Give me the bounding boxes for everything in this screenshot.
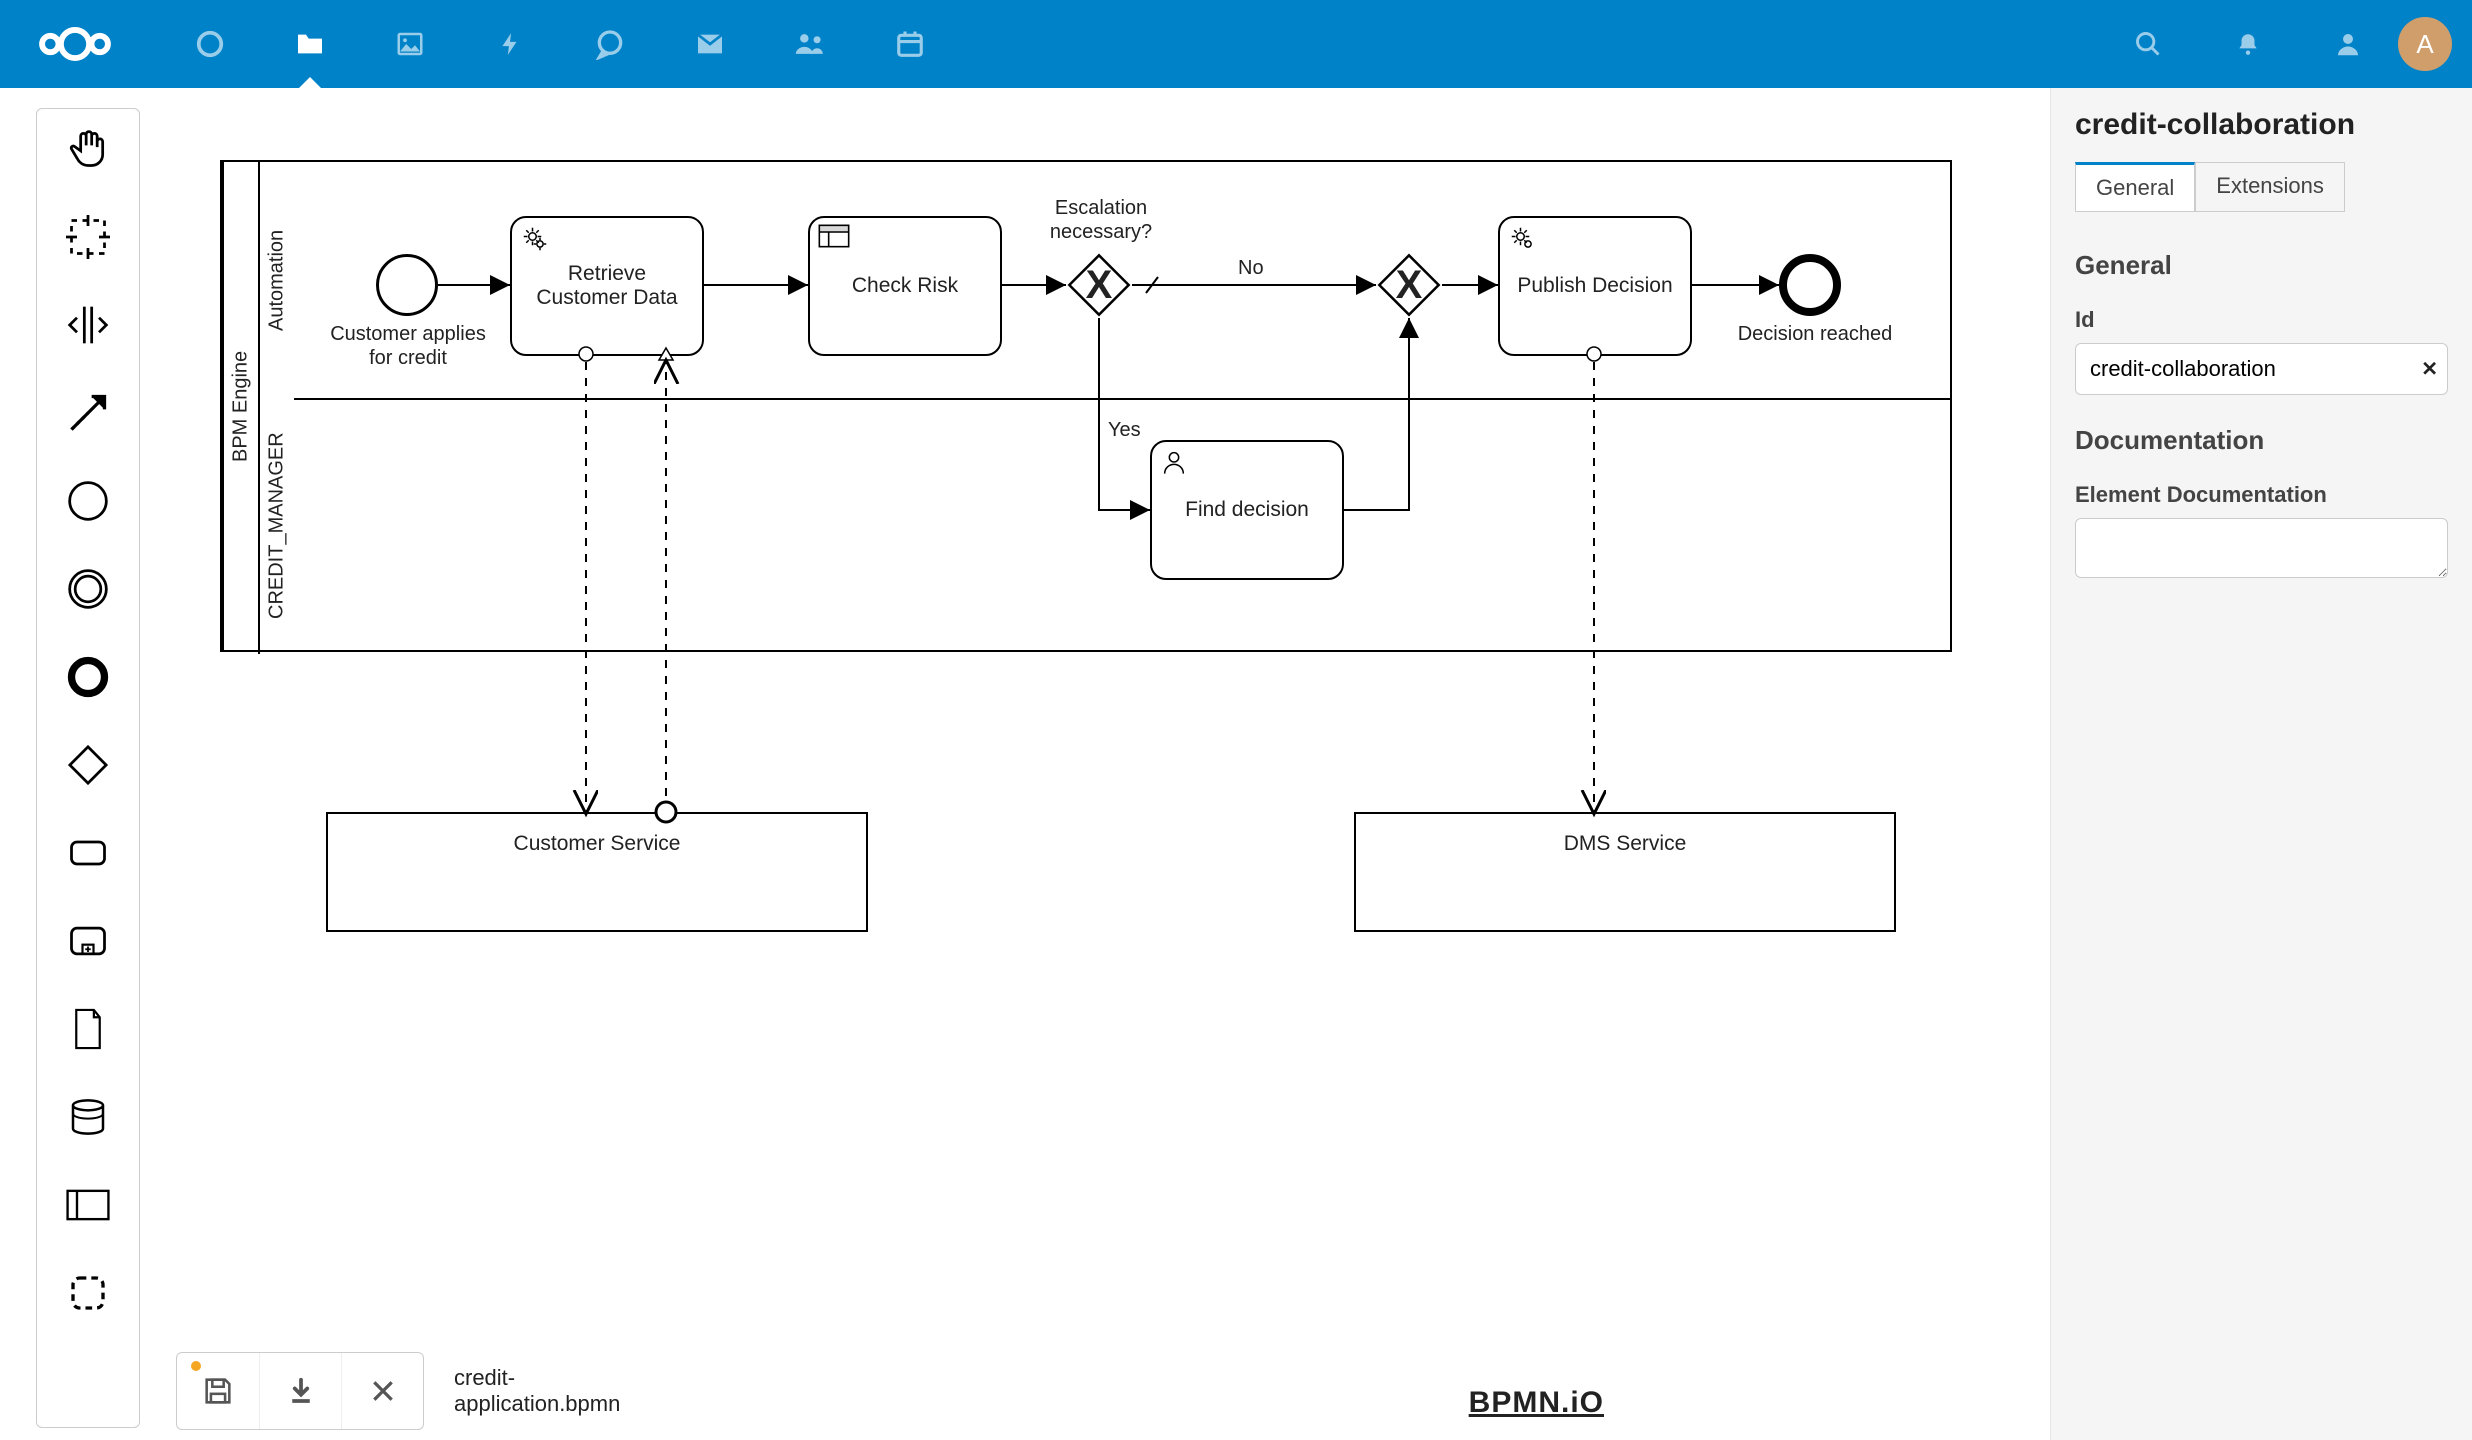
nav-calendar-icon[interactable] [860, 0, 960, 88]
properties-title: credit-collaboration [2075, 108, 2448, 142]
subprocess-icon[interactable] [60, 913, 116, 969]
boundary-marker-icon [576, 346, 596, 362]
clear-id-icon[interactable]: ✕ [2421, 357, 2438, 382]
properties-panel: credit-collaboration General Extensions … [2050, 88, 2472, 1440]
filename-label: credit- application.bpmn [454, 1365, 620, 1418]
participant-label: DMS Service [1564, 832, 1687, 856]
task-label: Find decision [1185, 498, 1309, 522]
boundary-marker-icon [1584, 346, 1604, 362]
documentation-textarea[interactable] [2075, 518, 2448, 578]
lane-credit-manager-label: CREDIT_MANAGER [258, 398, 294, 654]
service-task-icon [520, 224, 550, 260]
task-icon[interactable] [60, 825, 116, 881]
participant-customer-service[interactable]: Customer Service [326, 812, 868, 932]
nav-icons [160, 0, 960, 88]
data-object-icon[interactable] [60, 1001, 116, 1057]
topbar: A [0, 0, 2472, 88]
id-field-label: Id [2075, 307, 2448, 333]
pool-label: BPM Engine [222, 162, 258, 650]
user-task-icon [1160, 448, 1188, 482]
participant-label: Customer Service [514, 832, 681, 856]
end-event[interactable] [1779, 254, 1841, 316]
task-publish-decision[interactable]: Publish Decision [1498, 216, 1692, 356]
hand-tool-icon[interactable] [60, 121, 116, 177]
nav-files-icon[interactable] [260, 0, 360, 88]
gateway-icon[interactable] [60, 737, 116, 793]
nav-talk-icon[interactable] [560, 0, 660, 88]
editor-actions: credit- application.bpmn [176, 1352, 620, 1430]
bpmn-io-logo[interactable]: BPMN.iO [1469, 1386, 1604, 1420]
nav-activity-icon[interactable] [460, 0, 560, 88]
section-doc-label: Documentation [2075, 425, 2448, 456]
id-input[interactable] [2075, 343, 2448, 395]
lasso-tool-icon[interactable] [60, 209, 116, 265]
save-button[interactable] [177, 1353, 259, 1429]
gateway-x-icon: X [1064, 250, 1134, 320]
gateway-x-icon: X [1374, 250, 1444, 320]
tool-palette [36, 108, 140, 1428]
participant-icon[interactable] [60, 1177, 116, 1233]
businessrule-task-icon [818, 224, 850, 254]
data-store-icon[interactable] [60, 1089, 116, 1145]
properties-tabs: General Extensions [2075, 162, 2448, 212]
nav-photos-icon[interactable] [360, 0, 460, 88]
avatar[interactable]: A [2398, 17, 2452, 71]
task-check-risk[interactable]: Check Risk [808, 216, 1002, 356]
nav-mail-icon[interactable] [660, 0, 760, 88]
task-label: Publish Decision [1517, 274, 1672, 298]
diagram-canvas[interactable]: BPM Engine Automation CREDIT_MANAGER Cus… [140, 88, 2050, 1440]
nav-dashboard-icon[interactable] [160, 0, 260, 88]
search-icon[interactable] [2098, 0, 2198, 88]
tab-general[interactable]: General [2075, 162, 2195, 212]
start-event[interactable] [376, 254, 438, 316]
close-button[interactable] [341, 1353, 423, 1429]
notifications-icon[interactable] [2198, 0, 2298, 88]
group-icon[interactable] [60, 1265, 116, 1321]
start-event-label: Customer applies for credit [318, 322, 498, 370]
task-find-decision[interactable]: Find decision [1150, 440, 1344, 580]
connect-tool-icon[interactable] [60, 385, 116, 441]
section-general-label: General [2075, 250, 2448, 281]
gateway-merge[interactable]: X [1374, 250, 1444, 320]
lane-automation-label: Automation [258, 162, 294, 398]
task-label: Retrieve Customer Data [536, 262, 677, 310]
boundary-marker-icon [656, 346, 676, 362]
start-event-icon[interactable] [60, 473, 116, 529]
nextcloud-logo[interactable] [20, 24, 130, 64]
download-button[interactable] [259, 1353, 341, 1429]
gateway-label: Escalation necessary? [1016, 196, 1186, 244]
edge-yes-label: Yes [1108, 418, 1141, 442]
contacts-menu-icon[interactable] [2298, 0, 2398, 88]
gateway-escalation[interactable]: X [1064, 250, 1134, 320]
task-label: Check Risk [852, 274, 958, 298]
doc-field-label: Element Documentation [2075, 482, 2448, 508]
nav-right: A [2098, 0, 2452, 88]
task-retrieve-customer-data[interactable]: Retrieve Customer Data [510, 216, 704, 356]
service-task-icon [1508, 224, 1538, 260]
intermediate-event-icon[interactable] [60, 561, 116, 617]
tab-extensions[interactable]: Extensions [2195, 162, 2345, 212]
participant-dms-service[interactable]: DMS Service [1354, 812, 1896, 932]
edge-no-label: No [1238, 256, 1264, 280]
nav-contacts-icon[interactable] [760, 0, 860, 88]
end-event-icon[interactable] [60, 649, 116, 705]
end-event-label: Decision reached [1730, 322, 1900, 346]
space-tool-icon[interactable] [60, 297, 116, 353]
